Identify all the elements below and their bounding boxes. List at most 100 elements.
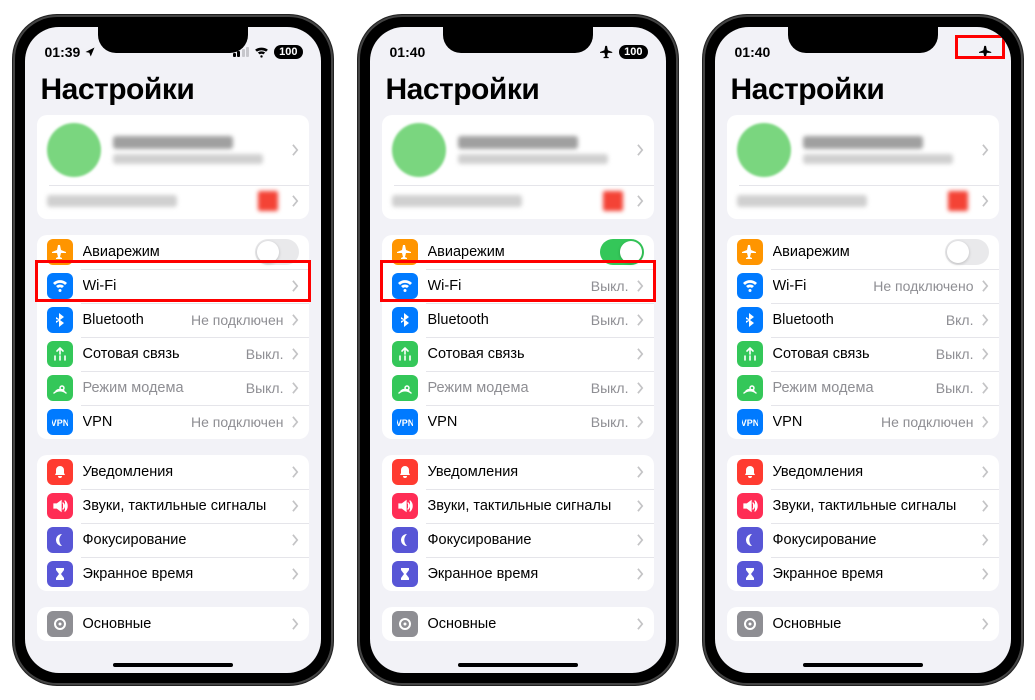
bell-icon [392,459,418,485]
settings-row-vpn[interactable]: VPN VPN Не подключен [727,405,999,439]
hourglass-icon [47,561,73,587]
row-label: Звуки, тактильные сигналы [428,498,629,514]
chevron-right-icon [292,416,299,428]
settings-row-hourglass[interactable]: Экранное время [382,557,654,591]
chevron-right-icon [637,314,644,326]
row-label: Основные [428,616,629,632]
row-label: Фокусирование [428,532,629,548]
airplane-toggle[interactable] [600,239,644,265]
airplane-status-icon [600,45,614,59]
chevron-right-icon [292,382,299,394]
settings-row-moon[interactable]: Фокусирование [727,523,999,557]
moon-icon [737,527,763,553]
profile-group[interactable] [382,115,654,219]
red-badge [948,191,968,211]
chevron-right-icon [637,618,644,630]
red-badge [258,191,278,211]
row-label: Основные [773,616,974,632]
chevron-right-icon [292,348,299,360]
page-title: Настройки [715,67,1011,115]
settings-row-gear[interactable]: Основные [37,607,309,641]
connectivity-group: Авиарежим Wi-Fi Bluetooth Не подключен С… [37,235,309,439]
settings-row-bluetooth[interactable]: Bluetooth Вкл. [727,303,999,337]
settings-row-cellular[interactable]: Сотовая связь Выкл. [727,337,999,371]
settings-row-speaker[interactable]: Звуки, тактильные сигналы [37,489,309,523]
settings-row-wifi[interactable]: Wi-Fi Выкл. [382,269,654,303]
bluetooth-icon [47,307,73,333]
row-label: Авиарежим [428,244,600,260]
avatar [392,123,446,177]
settings-row-bluetooth[interactable]: Bluetooth Выкл. [382,303,654,337]
row-value: Выкл. [936,346,974,362]
svg-text:VPN: VPN [742,418,758,428]
settings-row-wifi[interactable]: Wi-Fi [37,269,309,303]
chevron-right-icon [637,280,644,292]
red-badge [603,191,623,211]
row-label: Авиарежим [83,244,255,260]
row-label: Bluetooth [83,312,188,328]
chevron-right-icon [292,314,299,326]
settings-row-airplane: Авиарежим [727,235,999,269]
gear-icon [47,611,73,637]
profile-sub-row[interactable] [382,185,654,219]
airplane-status-icon [979,45,993,59]
settings-row-cellular[interactable]: Сотовая связь [382,337,654,371]
notch [98,27,248,53]
settings-row-cellular[interactable]: Сотовая связь Выкл. [37,337,309,371]
row-value: Выкл. [246,346,284,362]
home-indicator [803,663,923,667]
profile-group[interactable] [727,115,999,219]
settings-row-hourglass[interactable]: Экранное время [37,557,309,591]
settings-row-bell[interactable]: Уведомления [382,455,654,489]
row-label: Bluetooth [428,312,587,328]
settings-row-gear[interactable]: Основные [382,607,654,641]
settings-row-bell[interactable]: Уведомления [727,455,999,489]
settings-row-gear[interactable]: Основные [727,607,999,641]
settings-row-speaker[interactable]: Звуки, тактильные сигналы [727,489,999,523]
profile-group[interactable] [37,115,309,219]
settings-row-moon[interactable]: Фокусирование [382,523,654,557]
chevron-right-icon [637,466,644,478]
settings-row-vpn[interactable]: VPN VPN Выкл. [382,405,654,439]
location-icon [84,46,96,58]
settings-row-bell[interactable]: Уведомления [37,455,309,489]
row-label: Режим модема [83,380,242,396]
settings-row-bluetooth[interactable]: Bluetooth Не подключен [37,303,309,337]
row-label: Экранное время [83,566,284,582]
hotspot-icon [737,375,763,401]
airplane-icon [392,239,418,265]
chevron-right-icon [292,618,299,630]
row-label: Сотовая связь [773,346,932,362]
profile-sub-row[interactable] [37,185,309,219]
profile-sub-row[interactable] [727,185,999,219]
page-title: Настройки [370,67,666,115]
row-label: Фокусирование [773,532,974,548]
speaker-icon [47,493,73,519]
settings-row-hotspot[interactable]: Режим модема Выкл. [37,371,309,405]
chevron-right-icon [982,618,989,630]
settings-row-vpn[interactable]: VPN VPN Не подключен [37,405,309,439]
chevron-right-icon [982,348,989,360]
chevron-right-icon [982,568,989,580]
airplane-toggle[interactable] [945,239,989,265]
row-label: Звуки, тактильные сигналы [773,498,974,514]
settings-row-moon[interactable]: Фокусирование [37,523,309,557]
screen: 01:40 100 Настройки [370,27,666,673]
row-label: Уведомления [428,464,629,480]
connectivity-group: Авиарежим Wi-Fi Выкл. Bluetooth Выкл. Со… [382,235,654,439]
notifications-group: Уведомления Звуки, тактильные сигналы Фо… [37,455,309,591]
chevron-right-icon [637,500,644,512]
moon-icon [47,527,73,553]
settings-row-hotspot[interactable]: Режим модема Выкл. [727,371,999,405]
avatar [737,123,791,177]
settings-row-hotspot[interactable]: Режим модема Выкл. [382,371,654,405]
chevron-right-icon [982,534,989,546]
airplane-toggle[interactable] [255,239,299,265]
settings-row-speaker[interactable]: Звуки, тактильные сигналы [382,489,654,523]
notch [788,27,938,53]
battery-indicator: 100 [274,45,302,59]
row-label: Режим модема [773,380,932,396]
speaker-icon [392,493,418,519]
settings-row-hourglass[interactable]: Экранное время [727,557,999,591]
settings-row-wifi[interactable]: Wi-Fi Не подключено [727,269,999,303]
